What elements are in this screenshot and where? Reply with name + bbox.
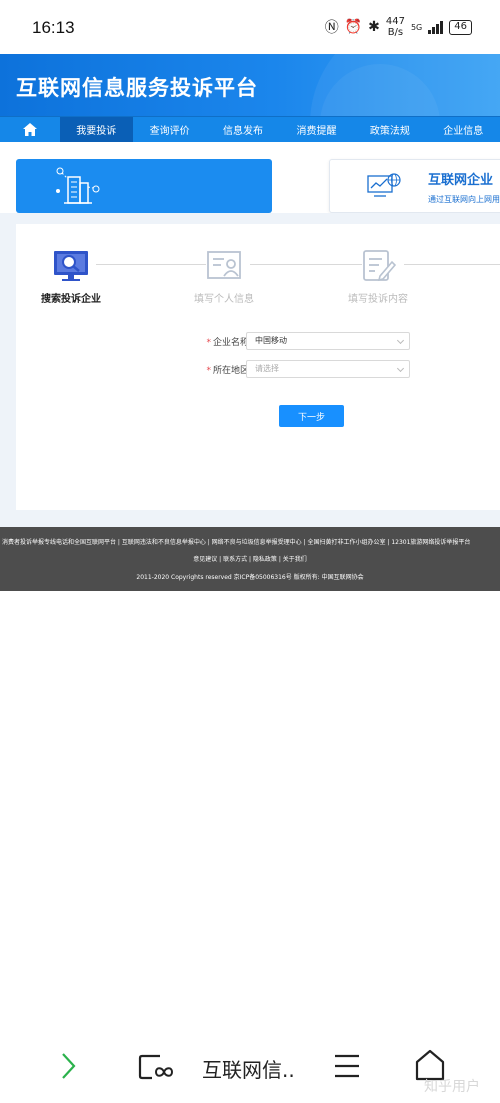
- company-name-row: * 企业名称: 中国移动: [16, 332, 500, 350]
- tab-title[interactable]: 互联网信..: [202, 1054, 295, 1083]
- nav-home[interactable]: [0, 117, 60, 142]
- footer-copyright: 2011-2020 Copyrights reserved 京ICP备05006…: [136, 574, 364, 581]
- signal-icon: [428, 20, 444, 34]
- status-time: 16:13: [32, 18, 75, 37]
- id-card-icon: [207, 251, 241, 279]
- nav-item-query[interactable]: 查询评价: [133, 117, 206, 142]
- site-title: 互联网信息服务投诉平台: [16, 76, 258, 100]
- nav-item-complaint[interactable]: 我要投诉: [59, 117, 133, 142]
- user-complaint-card[interactable]: [16, 159, 272, 213]
- site-banner: 互联网信息服务投诉平台: [0, 54, 500, 116]
- required-mark: *: [206, 338, 211, 348]
- complaint-panel: 搜索投诉企业 填写个人信息 填写投诉内容 * 企业名称: 中国移动 * 所在地区:: [16, 224, 500, 510]
- monitor-search-icon: [54, 251, 88, 281]
- step-label: 填写个人信息: [194, 294, 254, 305]
- required-mark: *: [206, 366, 211, 376]
- step-label: 搜索投诉企业: [41, 294, 101, 305]
- menu-icon[interactable]: [333, 1052, 361, 1080]
- region-select[interactable]: 请选择: [246, 360, 410, 378]
- watermark: 知乎用户: [424, 1079, 480, 1095]
- home-icon: [22, 123, 37, 136]
- company-name-select[interactable]: 中国移动: [246, 332, 410, 350]
- chevron-right-icon[interactable]: [58, 1052, 78, 1080]
- chevron-down-icon: [396, 336, 405, 345]
- nav-item-policy[interactable]: 政策法规: [353, 117, 426, 142]
- company-card[interactable]: 互联网企业 通过互联网向上网用户: [329, 159, 500, 213]
- tabs-icon[interactable]: [138, 1052, 174, 1080]
- chart-globe-icon: [367, 173, 401, 197]
- region-row: * 所在地区: 请选择: [16, 360, 500, 378]
- chevron-down-icon: [396, 364, 405, 373]
- battery-icon: 46: [449, 19, 472, 35]
- footer-secondary-links[interactable]: 意见建议 | 联系方式 | 隐私政策 | 关于我们: [0, 554, 500, 563]
- step-label: 填写投诉内容: [348, 294, 408, 305]
- nfc-icon: Ⓝ: [324, 20, 339, 36]
- next-step-button[interactable]: 下一步: [279, 405, 344, 427]
- main-nav: 我要投诉 查询评价 信息发布 消费提醒 政策法规 企业信息: [0, 116, 500, 142]
- alarm-icon: ⏰: [344, 19, 363, 35]
- nav-item-company-info[interactable]: 企业信息: [427, 117, 500, 142]
- network-type: 5G: [410, 22, 423, 32]
- status-bar: 16:13 Ⓝ ⏰ ✱ 447 B/s 5G 46: [0, 0, 500, 56]
- bluetooth-icon: ✱: [368, 19, 380, 35]
- company-card-subtitle: 通过互联网向上网用户: [428, 195, 500, 204]
- site-footer: 消费者投诉举报专线电话和全国互联网平台 | 互联网违法和不良信息举报中心 | 网…: [0, 527, 500, 591]
- net-speed: 447 B/s: [385, 16, 405, 38]
- step-personal-info: 填写个人信息: [174, 248, 274, 305]
- edit-document-icon: [363, 250, 397, 282]
- status-icons: Ⓝ ⏰ ✱ 447 B/s 5G 46: [325, 16, 472, 38]
- company-card-title: 互联网企业: [428, 173, 494, 188]
- step-complaint-content: 填写投诉内容: [328, 248, 428, 305]
- step-search-company: 搜索投诉企业: [21, 248, 121, 305]
- footer-links[interactable]: 消费者投诉举报专线电话和全国互联网平台 | 互联网违法和不良信息举报中心 | 网…: [0, 537, 500, 546]
- nav-item-info[interactable]: 信息发布: [206, 117, 279, 142]
- building-network-icon: [56, 167, 100, 204]
- nav-item-consumer-alert[interactable]: 消费提醒: [280, 117, 353, 142]
